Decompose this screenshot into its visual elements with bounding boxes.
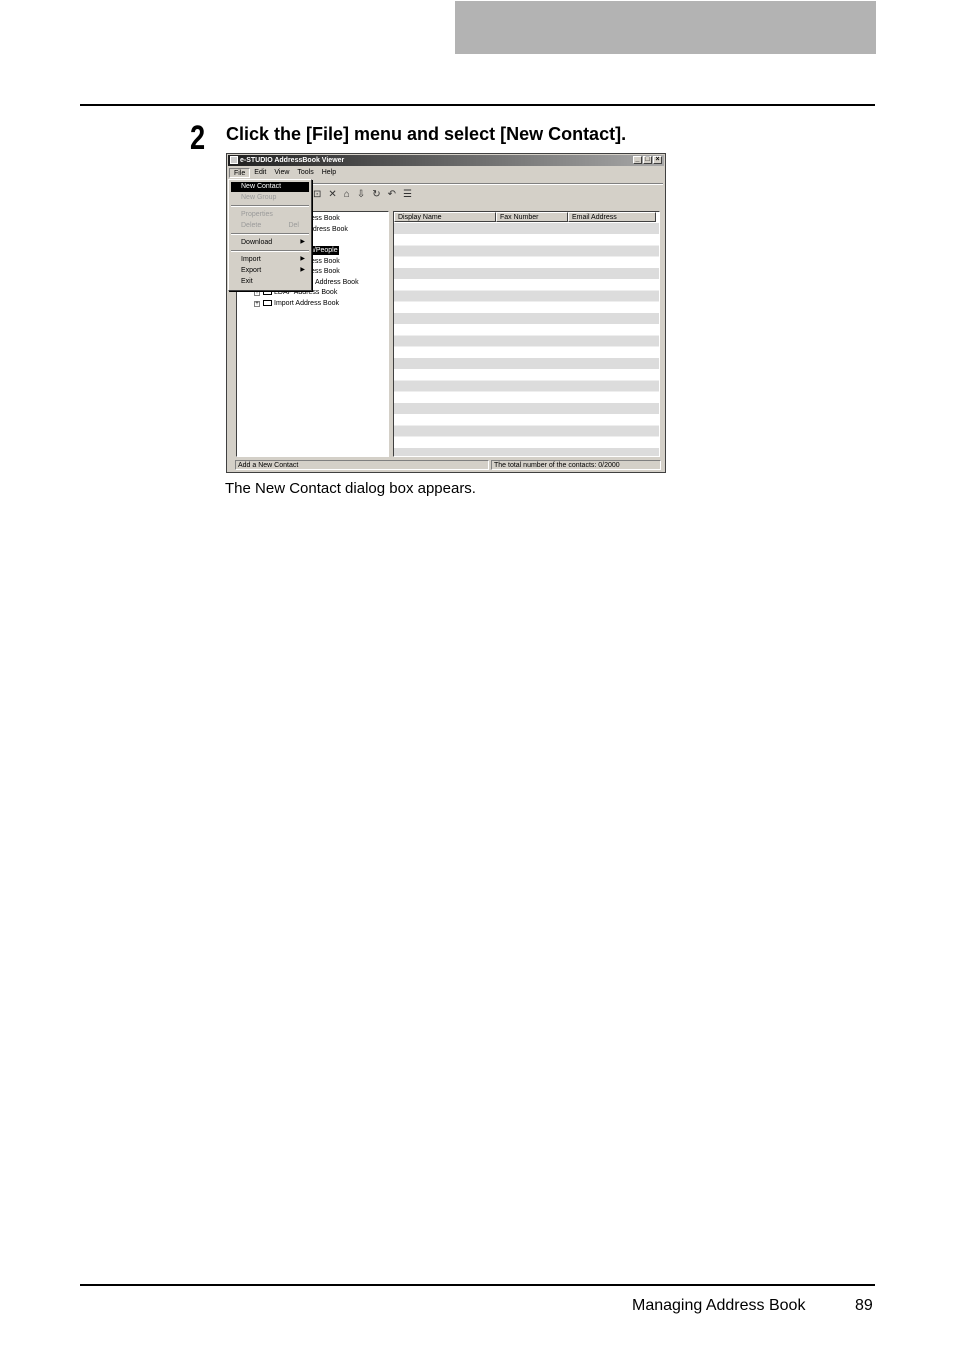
status-bar: Add a New Contact The total number of th… [235,460,661,470]
status-contact-count: The total number of the contacts: 0/2000 [491,460,661,470]
tree-item[interactable]: Address Book [315,278,359,287]
file-menu-dropdown: New Contact New Group Properties Delete D… [228,179,312,291]
menu-item-properties[interactable]: Properties [231,210,309,220]
list-header: Display Name Fax Number Email Address [394,212,659,222]
caption: The New Contact dialog box appears. [225,480,476,497]
address-book-icon [263,300,272,306]
toolbar: ⊡ ✕ ⌂ ⇩ ↻ ↶ ☰ [313,189,412,201]
menu-item-export[interactable]: Export ▶ [231,266,309,276]
refresh-icon[interactable]: ↻ [372,189,380,201]
maximize-button[interactable]: □ [643,156,652,164]
footer-section-title: Managing Address Book [632,1297,806,1314]
tree-item-import[interactable]: Import Address Book [263,299,339,308]
delete-icon[interactable]: ✕ [328,189,336,201]
menu-item-delete[interactable]: Delete Del [231,221,309,231]
home-icon[interactable]: ⌂ [344,189,350,201]
page-number: 89 [855,1297,873,1314]
list-rows [394,223,659,456]
tree-item[interactable]: ess Book [311,267,340,276]
column-fax-number[interactable]: Fax Number [496,212,568,222]
top-rule [80,104,875,106]
menu-separator [231,250,309,252]
undo-icon[interactable]: ↶ [388,189,396,201]
menu-separator [231,205,309,207]
step-number: 2 [190,119,206,157]
tree-item-selected[interactable]: n/People [309,246,339,255]
menu-edit[interactable]: Edit [250,168,270,178]
submenu-arrow-icon: ▶ [300,267,305,273]
menu-file[interactable]: File [229,168,251,178]
submenu-arrow-icon: ▶ [300,239,305,245]
close-button[interactable]: × [653,156,662,164]
menu-item-download[interactable]: Download ▶ [231,238,309,248]
menu-item-new-contact[interactable]: New Contact [231,182,309,192]
title-bar: e-STUDIO AddressBook Viewer _ □ × [228,155,664,166]
contact-list: Display Name Fax Number Email Address [393,211,660,457]
status-message: Add a New Contact [235,460,489,470]
step-instruction: Click the [File] menu and select [New Co… [226,124,627,144]
menu-help[interactable]: Help [318,168,340,178]
tree-item[interactable]: ess Book [311,214,340,223]
column-display-name[interactable]: Display Name [394,212,496,222]
app-window-screenshot: e-STUDIO AddressBook Viewer _ □ × File E… [226,153,666,473]
expand-icon[interactable]: + [254,301,260,307]
menu-item-import[interactable]: Import ▶ [231,255,309,265]
menu-item-new-group[interactable]: New Group [231,193,309,203]
menu-item-exit[interactable]: Exit [231,277,309,287]
list-icon[interactable]: ☰ [403,189,412,201]
download-icon[interactable]: ⇩ [357,189,365,201]
window-title: e-STUDIO AddressBook Viewer [240,157,345,164]
tree-item[interactable]: ddress Book [309,225,348,234]
menu-separator [231,233,309,235]
submenu-arrow-icon: ▶ [300,256,305,262]
app-icon [230,156,238,164]
minimize-button[interactable]: _ [633,156,642,164]
bottom-rule [80,1284,875,1286]
header-bar [455,1,876,54]
properties-icon[interactable]: ⊡ [313,189,321,201]
tree-item[interactable]: ess Book [311,257,340,266]
menu-bar: File Edit View Tools Help [229,168,340,178]
menu-tools[interactable]: Tools [293,168,317,178]
menu-view[interactable]: View [270,168,293,178]
column-email-address[interactable]: Email Address [568,212,656,222]
